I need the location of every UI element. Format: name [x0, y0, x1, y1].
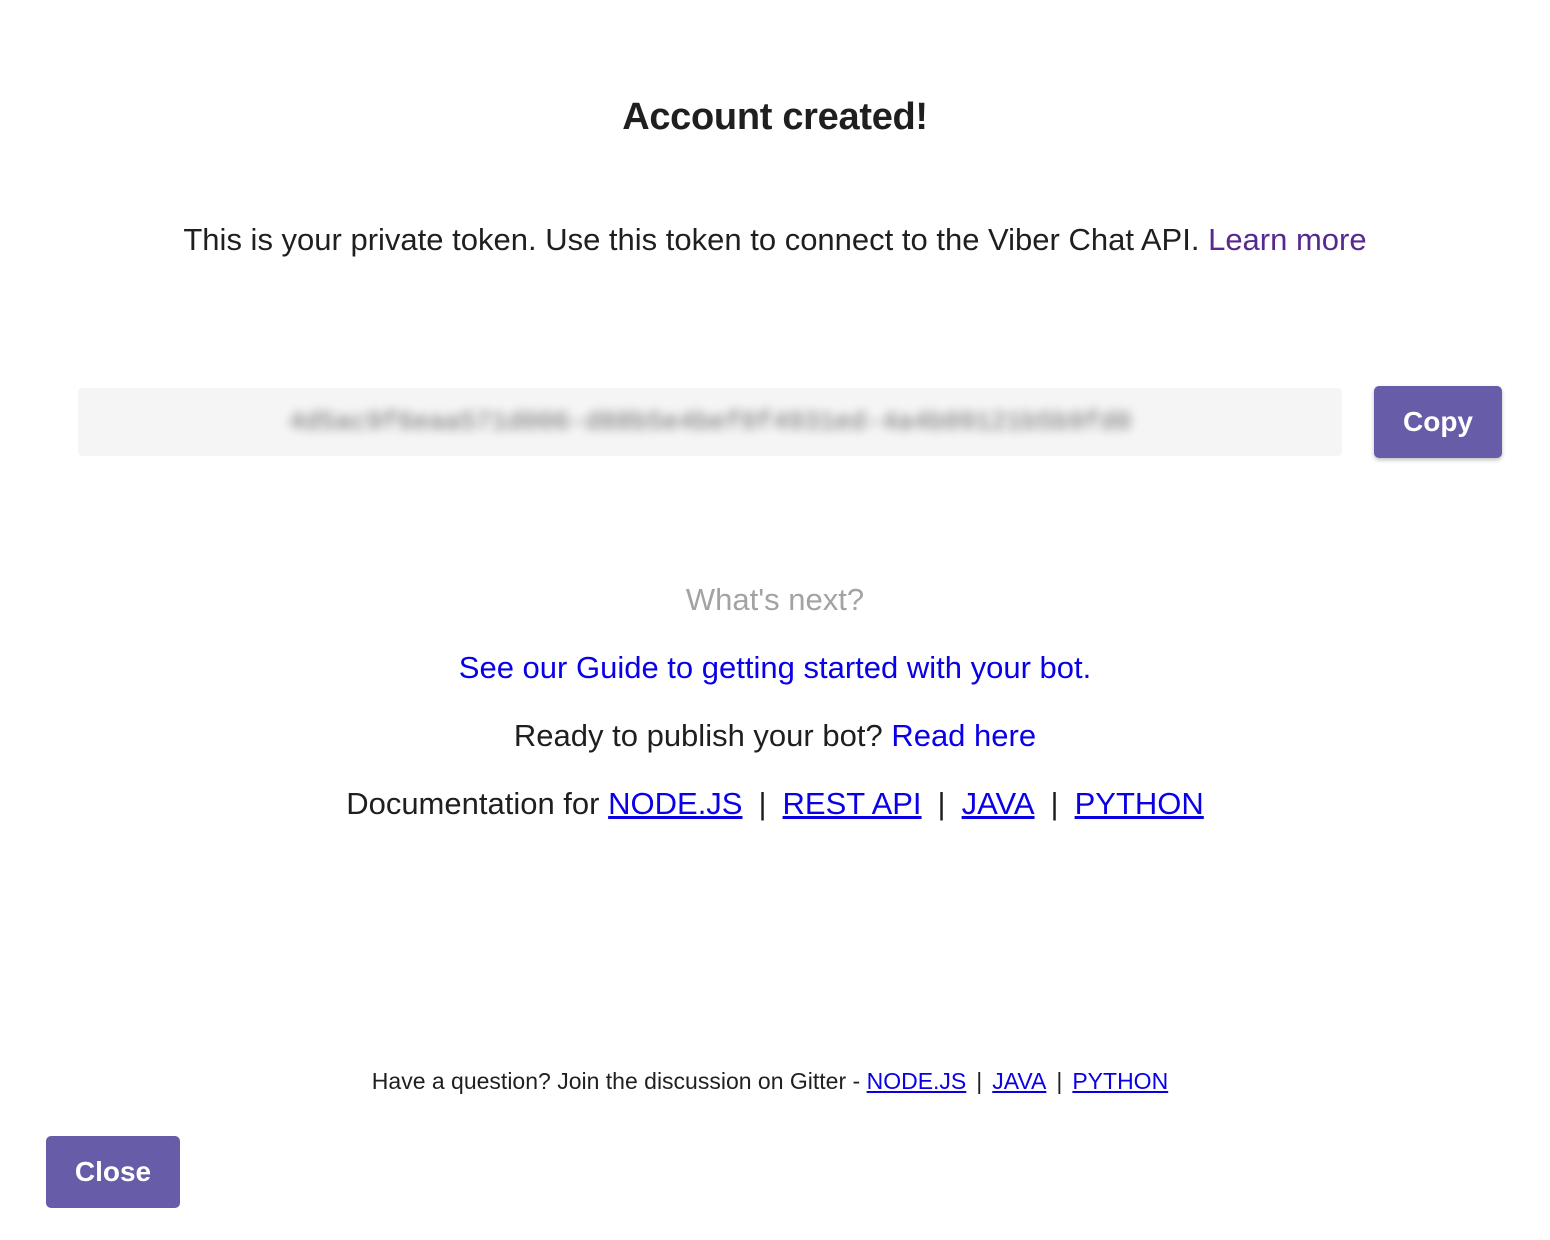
footer-separator: |: [1056, 1068, 1063, 1094]
gitter-footer: Have a question? Join the discussion on …: [0, 1068, 1540, 1095]
docs-text: Documentation for: [346, 786, 600, 821]
token-description: This is your private token. Use this tok…: [0, 222, 1550, 258]
publish-text: Ready to publish your bot?: [513, 718, 883, 753]
footer-separator: |: [976, 1068, 983, 1094]
dialog-title: Account created!: [622, 96, 928, 138]
learn-more-link[interactable]: Learn more: [1208, 222, 1367, 257]
docs-link-python[interactable]: PYTHON: [1075, 786, 1204, 821]
docs-separator: |: [1050, 786, 1059, 821]
token-value: 4d5ac9f6eaa571d006-d88b5e4bef0f4931ed-4a…: [288, 407, 1132, 437]
token-description-text: This is your private token. Use this tok…: [183, 222, 1200, 257]
gitter-link-nodejs[interactable]: NODE.JS: [867, 1068, 967, 1094]
docs-link-nodejs[interactable]: NODE.JS: [608, 786, 742, 821]
whats-next-heading: What's next?: [685, 582, 865, 617]
docs-link-rest-api[interactable]: REST API: [783, 786, 922, 821]
gitter-link-java[interactable]: JAVA: [992, 1068, 1046, 1094]
gitter-link-python[interactable]: PYTHON: [1072, 1068, 1168, 1094]
copy-button[interactable]: Copy: [1374, 386, 1502, 458]
account-created-dialog: Account created! This is your private to…: [0, 0, 1550, 1240]
docs-separator: |: [758, 786, 767, 821]
docs-link-java[interactable]: JAVA: [962, 786, 1035, 821]
close-button[interactable]: Close: [46, 1136, 180, 1208]
docs-separator: |: [937, 786, 946, 821]
publish-line: Ready to publish your bot? Read here: [0, 718, 1550, 754]
footer-text: Have a question? Join the discussion on …: [371, 1068, 861, 1094]
read-here-link[interactable]: Read here: [891, 718, 1036, 753]
token-field[interactable]: 4d5ac9f6eaa571d006-d88b5e4bef0f4931ed-4a…: [78, 388, 1342, 456]
guide-line: See our Guide to getting started with yo…: [0, 650, 1550, 686]
guide-link[interactable]: See our Guide to getting started with yo…: [459, 650, 1091, 685]
documentation-line: Documentation for NODE.JS | REST API | JAVA |…: [0, 786, 1550, 822]
